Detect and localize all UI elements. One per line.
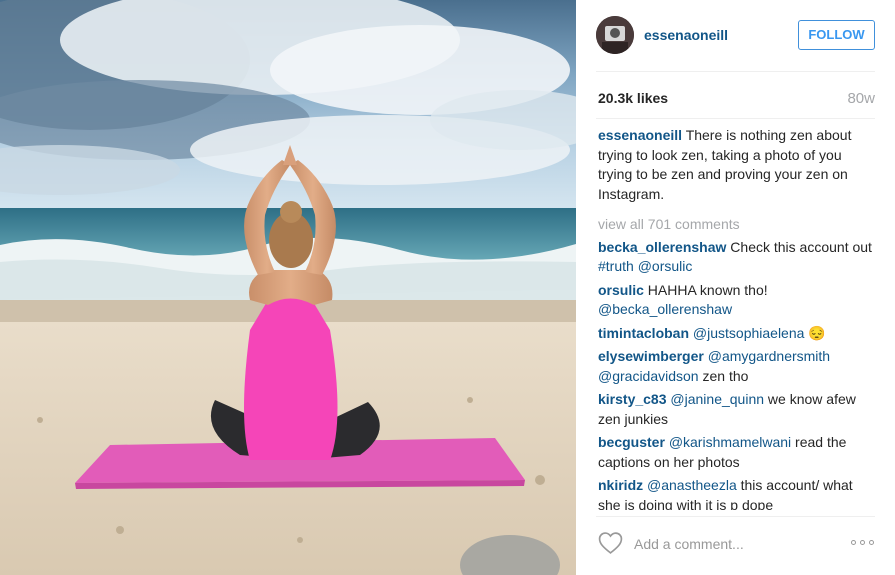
comment-mention[interactable]: @becka_ollerenshaw [598, 301, 732, 317]
comment-username[interactable]: becguster [598, 434, 665, 450]
beach-yoga-photo [0, 0, 576, 575]
comment-text: zen tho [698, 367, 749, 384]
comment-mention[interactable]: @justsophiaelena [693, 325, 805, 341]
comment-mention[interactable]: @gracidavidson [598, 368, 699, 384]
avatar[interactable] [596, 16, 634, 54]
heart-outline-icon[interactable] [598, 531, 623, 555]
comment-item: kirsty_c83 @janine_quinn we know afew ze… [598, 390, 875, 429]
comment-text: HAHHA known tho! [647, 281, 768, 298]
add-comment-input[interactable] [634, 533, 824, 555]
comment-username[interactable]: kirsty_c83 [598, 391, 667, 407]
comment-footer [596, 516, 875, 575]
post-age[interactable]: 80w [847, 90, 875, 107]
comment-username[interactable]: orsulic [598, 282, 644, 298]
comment-mention[interactable]: @amygardnersmith [708, 348, 830, 364]
dot [851, 540, 856, 545]
comment-username[interactable]: nkiridz [598, 477, 643, 493]
like-count[interactable]: 20.3k likes [598, 90, 668, 106]
comment-mention[interactable]: @karishmamelwani [669, 434, 791, 450]
comment-text: 😔 [804, 324, 826, 341]
comment-item: elysewimberger @amygardnersmith @gracida… [598, 347, 875, 386]
comment-mention[interactable]: @janine_quinn [670, 391, 764, 407]
comment-text: Check this account out [730, 238, 872, 255]
avatar-image [596, 16, 634, 54]
caption-username[interactable]: essenaoneill [598, 127, 682, 143]
comment-item: becguster @karishmamelwani read the capt… [598, 433, 875, 472]
view-all-comments-link[interactable]: view all 701 comments [598, 215, 875, 235]
likes-row: 20.3k likes 80w [596, 90, 875, 110]
follow-button[interactable]: FOLLOW [798, 20, 875, 50]
dot [869, 540, 874, 545]
post-header: essenaoneill FOLLOW [596, 0, 875, 72]
comment-username[interactable]: elysewimberger [598, 348, 704, 364]
post-author-username[interactable]: essenaoneill [644, 27, 728, 43]
more-options-icon[interactable] [851, 535, 875, 549]
dot [860, 540, 865, 545]
caption: essenaoneill There is nothing zen about … [598, 126, 875, 204]
comment-username[interactable]: timintacloban [598, 325, 689, 341]
comment-username[interactable]: becka_ollerenshaw [598, 239, 726, 255]
comment-mention[interactable]: @anastheezla [647, 477, 737, 493]
comment-item: nkiridz @anastheezla this account/ what … [598, 476, 875, 510]
post-photo[interactable] [0, 0, 576, 575]
comments-list[interactable]: essenaoneill There is nothing zen about … [598, 126, 875, 510]
comment-item: timintacloban @justsophiaelena 😔 [598, 324, 875, 344]
comment-item: orsulic HAHHA known tho! @becka_ollerens… [598, 281, 875, 320]
comment-hashtag[interactable]: #truth [598, 258, 634, 274]
comment-item: becka_ollerenshaw Check this account out… [598, 238, 875, 277]
divider [596, 118, 875, 119]
post-details-panel: essenaoneill FOLLOW 20.3k likes 80w esse… [576, 0, 895, 575]
comment-mention[interactable]: @orsulic [638, 258, 693, 274]
